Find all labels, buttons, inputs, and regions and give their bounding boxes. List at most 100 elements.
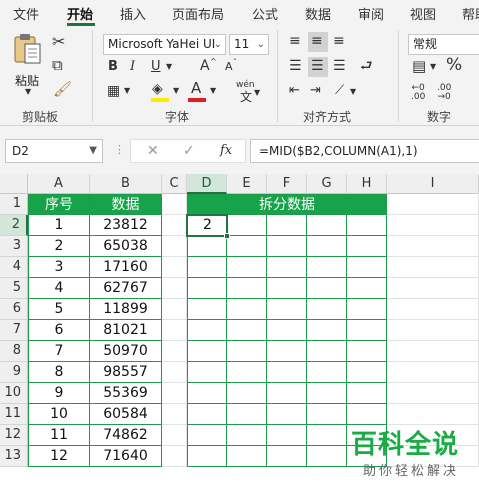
row-header-11[interactable]: 11 [0,404,28,425]
align-top-icon[interactable]: ≡ [289,34,301,48]
italic-button[interactable]: I [130,60,135,73]
split-cell[interactable] [267,320,307,341]
decrease-indent-icon[interactable]: ⇤ [289,84,300,97]
split-cell[interactable] [347,215,387,236]
split-cell[interactable] [347,383,387,404]
table-cell-seq[interactable]: 7 [28,341,90,362]
column-header-a[interactable]: A [28,174,90,194]
align-bottom-icon[interactable]: ≡ [333,34,345,48]
table-cell-data[interactable]: 71640 [90,446,162,467]
wrap-text-icon[interactable]: ⮐ [360,59,373,73]
header-split-data[interactable]: 拆分数据 [187,194,387,215]
table-cell-seq[interactable]: 2 [28,236,90,257]
tab-formulas[interactable]: 公式 [252,4,278,23]
tab-help[interactable]: 帮助 [462,4,479,23]
split-cell[interactable] [187,404,227,425]
split-cell[interactable] [227,320,267,341]
split-cell[interactable] [307,446,347,467]
chevron-down-icon[interactable]: ▼ [166,63,172,71]
split-cell[interactable] [227,278,267,299]
table-cell-seq[interactable]: 4 [28,278,90,299]
split-cell[interactable] [187,236,227,257]
row-header-7[interactable]: 7 [0,320,28,341]
column-header-d[interactable]: D [187,174,227,194]
increase-decimal-icon[interactable]: ←0.00 [411,84,425,102]
align-right-icon[interactable]: ☰ [333,59,346,73]
column-header-f[interactable]: F [267,174,307,194]
cell-c7[interactable] [162,320,187,341]
font-name-select[interactable]: Microsoft YaHei UI ⌄ [103,34,226,55]
split-cell[interactable] [227,362,267,383]
tab-data[interactable]: 数据 [305,4,331,23]
cell-i5[interactable] [387,278,479,299]
split-cell[interactable] [187,362,227,383]
insert-function-button[interactable]: fx [220,144,232,157]
formula-input[interactable]: =MID($B2,COLUMN(A1),1) [250,139,479,163]
split-cell[interactable] [347,341,387,362]
table-cell-data[interactable]: 81021 [90,320,162,341]
table-cell-seq[interactable]: 11 [28,425,90,446]
cell-i7[interactable] [387,320,479,341]
align-left-icon[interactable]: ☰ [289,59,302,73]
split-cell[interactable] [227,215,267,236]
increase-indent-icon[interactable]: ⇥ [310,84,321,97]
tab-review[interactable]: 审阅 [358,4,384,23]
format-painter-icon[interactable]: 🖌 [53,82,72,97]
row-header-12[interactable]: 12 [0,425,28,446]
row-header-10[interactable]: 10 [0,383,28,404]
borders-icon[interactable]: ▦ [107,84,120,98]
number-format-select[interactable]: 常规 [408,34,479,55]
cell-i8[interactable] [387,341,479,362]
shrink-font-button[interactable]: A [225,61,233,72]
split-cell[interactable] [347,320,387,341]
split-cell[interactable] [267,341,307,362]
split-cell[interactable] [347,299,387,320]
table-cell-data[interactable]: 55369 [90,383,162,404]
split-cell[interactable] [307,362,347,383]
cell-i4[interactable] [387,257,479,278]
table-cell-seq[interactable]: 3 [28,257,90,278]
split-cell[interactable] [307,236,347,257]
split-cell[interactable] [307,425,347,446]
tab-home[interactable]: 开始 [67,4,93,23]
cell-c3[interactable] [162,236,187,257]
column-header-e[interactable]: E [227,174,267,194]
table-cell-seq[interactable]: 8 [28,362,90,383]
split-cell[interactable] [187,320,227,341]
table-cell-data[interactable]: 23812 [90,215,162,236]
header-seq[interactable]: 序号 [28,194,90,215]
split-cell[interactable] [307,278,347,299]
underline-button[interactable]: U [151,60,161,73]
enter-icon[interactable]: ✓ [183,144,195,158]
table-cell-data[interactable]: 17160 [90,257,162,278]
font-size-select[interactable]: 11 ⌄ [229,34,269,55]
table-cell-data[interactable]: 60584 [90,404,162,425]
cell-i11[interactable] [387,404,479,425]
row-header-4[interactable]: 4 [0,257,28,278]
cell-c13[interactable] [162,446,187,467]
cell-c1[interactable] [162,194,187,215]
row-header-6[interactable]: 6 [0,299,28,320]
split-cell[interactable] [227,341,267,362]
split-cell[interactable] [187,257,227,278]
row-header-2[interactable]: 2 [0,215,28,236]
table-cell-data[interactable]: 11899 [90,299,162,320]
split-cell[interactable] [307,404,347,425]
cell-i9[interactable] [387,362,479,383]
table-cell-seq[interactable]: 5 [28,299,90,320]
split-cell[interactable] [187,425,227,446]
split-cell[interactable] [307,383,347,404]
cell-c12[interactable] [162,425,187,446]
split-cell[interactable] [227,257,267,278]
table-cell-data[interactable]: 62767 [90,278,162,299]
split-cell[interactable] [267,404,307,425]
split-cell[interactable] [267,383,307,404]
cell-i1[interactable] [387,194,479,215]
chevron-down-icon[interactable]: ▼ [430,63,436,71]
tab-page-layout[interactable]: 页面布局 [172,4,224,23]
split-cell[interactable] [187,299,227,320]
chevron-down-icon[interactable]: ▼ [173,87,179,95]
chevron-down-icon[interactable]: ▼ [350,88,356,96]
split-cell[interactable] [307,320,347,341]
cell-c10[interactable] [162,383,187,404]
